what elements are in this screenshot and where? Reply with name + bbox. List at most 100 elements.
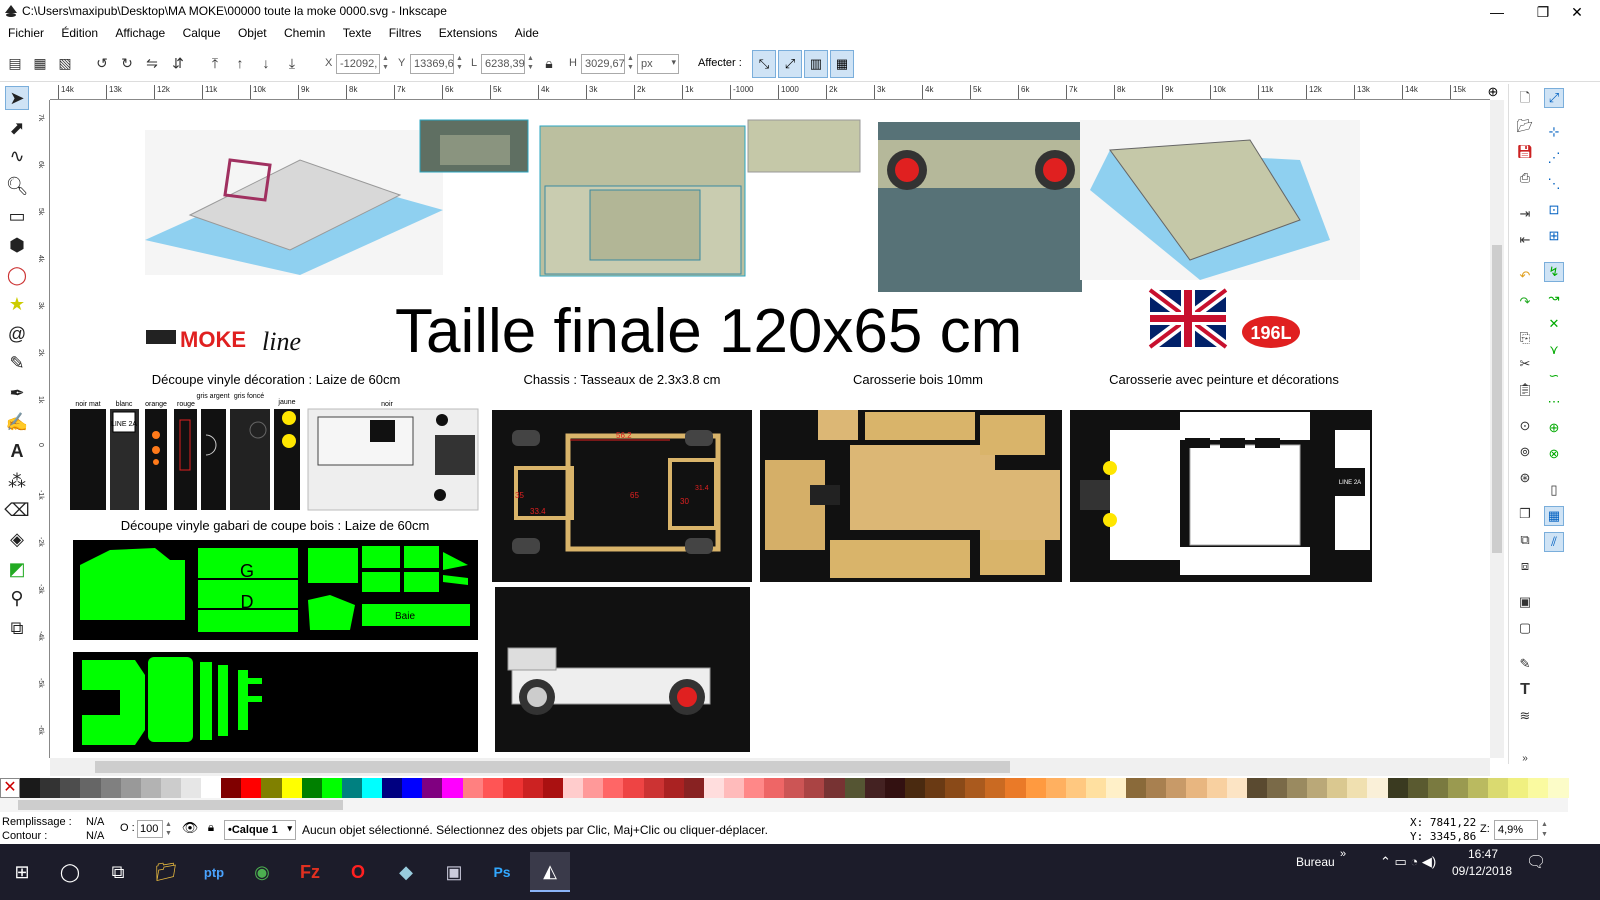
filezilla-icon[interactable]: Fz [290, 852, 330, 892]
palette-swatch[interactable] [261, 778, 282, 798]
palette-swatch[interactable] [1246, 778, 1267, 798]
inkscape-taskbar-icon[interactable]: ◭ [530, 852, 570, 892]
palette-swatch[interactable] [160, 778, 181, 798]
app-icon[interactable]: ◆ [386, 852, 426, 892]
text-tool-icon[interactable]: A [5, 439, 29, 463]
dropper-tool-icon[interactable]: ⚲ [5, 586, 29, 610]
undo-icon[interactable]: ↶ [1515, 266, 1535, 286]
palette-swatch[interactable] [341, 778, 362, 798]
deselect-icon[interactable]: ▧ [55, 53, 75, 73]
cut-icon[interactable]: ✂ [1515, 354, 1535, 374]
snap-midpoint-icon[interactable]: ⋯ [1544, 392, 1564, 412]
snap-guide-icon[interactable]: ⫽ [1544, 532, 1564, 552]
snap-bbox-icon[interactable]: ⊹ [1544, 122, 1564, 142]
flip-horizontal-icon[interactable]: ⇋ [142, 53, 162, 73]
ellipse-tool-icon[interactable]: ◯ [5, 263, 29, 287]
horizontal-scroll-thumb[interactable] [95, 761, 1010, 773]
palette-swatch[interactable] [663, 778, 684, 798]
palette-swatch[interactable] [502, 778, 523, 798]
palette-swatch[interactable] [1467, 778, 1489, 798]
palette-swatch[interactable] [1508, 778, 1529, 798]
copy-icon[interactable]: ⎘ [1515, 328, 1535, 348]
palette-swatch[interactable] [462, 778, 483, 798]
unit-select[interactable]: px ▾ [637, 54, 679, 74]
task-view-icon[interactable]: ⧉ [98, 852, 138, 892]
palette-swatch[interactable] [1266, 778, 1287, 798]
group-icon[interactable]: ▣ [1515, 592, 1535, 612]
desktop-label[interactable]: Bureau [1296, 855, 1335, 869]
palette-scrollbar[interactable] [0, 798, 1568, 812]
palette-swatch[interactable] [683, 778, 704, 798]
print-icon[interactable]: ⎙ [1515, 168, 1535, 188]
palette-swatch[interactable] [1407, 778, 1428, 798]
palette-swatch[interactable] [844, 778, 865, 798]
palette-swatch[interactable] [1427, 778, 1448, 798]
palette-swatch[interactable] [1327, 778, 1348, 798]
palette-swatch[interactable] [1106, 778, 1127, 798]
layers-icon[interactable]: ≋ [1515, 706, 1535, 726]
windows-start-icon[interactable]: ⊞ [2, 852, 42, 892]
palette-swatch[interactable] [1166, 778, 1187, 798]
palette-swatch[interactable] [20, 778, 41, 798]
palette-swatch[interactable] [1045, 778, 1066, 798]
snap-cusp-icon[interactable]: ⋎ [1544, 340, 1564, 360]
duplicate-icon[interactable]: ❐ [1515, 504, 1535, 524]
transform-patterns-toggle[interactable]: ▦ [830, 50, 854, 78]
vertical-scrollbar[interactable] [1490, 100, 1504, 758]
snap-toggle-icon[interactable]: ⤢ [1544, 88, 1564, 108]
palette-scroll-thumb[interactable] [18, 800, 343, 810]
opera-icon[interactable]: O [338, 852, 378, 892]
snap-path-icon[interactable]: ↝ [1544, 288, 1564, 308]
palette-swatch[interactable] [1146, 778, 1167, 798]
lock-icon[interactable]: 🔒︎ [539, 53, 559, 73]
palette-swatch[interactable] [1226, 778, 1247, 798]
zoom-page-icon[interactable]: ⊛ [1515, 468, 1535, 488]
toolbar-expand-icon[interactable]: » [1340, 848, 1346, 860]
palette-swatch[interactable] [723, 778, 745, 798]
w-field[interactable]: 6238,39 [481, 54, 525, 74]
palette-swatch[interactable] [1387, 778, 1408, 798]
menu-texte[interactable]: Texte [336, 24, 379, 42]
palette-swatch[interactable] [482, 778, 503, 798]
palette-swatch[interactable] [522, 778, 543, 798]
spiral-tool-icon[interactable]: @ [5, 322, 29, 346]
eye-icon[interactable]: 👁︎ [180, 820, 200, 838]
palette-swatch[interactable] [804, 778, 825, 798]
unlink-clone-icon[interactable]: ⧈ [1515, 556, 1535, 576]
palette-swatch[interactable] [120, 778, 141, 798]
screenshot-icon[interactable]: ▣ [434, 852, 474, 892]
palette-swatch[interactable] [1347, 778, 1368, 798]
menu-chemin[interactable]: Chemin [277, 24, 332, 42]
menu-extensions[interactable]: Extensions [432, 24, 505, 42]
lower-bottom-icon[interactable]: ⤓ [282, 53, 302, 73]
palette-swatch[interactable] [1488, 778, 1509, 798]
palette-swatch[interactable] [784, 778, 805, 798]
y-spinner[interactable]: ▲ ▼ [455, 54, 464, 74]
import-icon[interactable]: ⇥ [1515, 204, 1535, 224]
box3d-tool-icon[interactable]: ⬢ [5, 233, 29, 257]
palette-swatch[interactable] [1528, 778, 1549, 798]
palette-swatch[interactable] [985, 778, 1006, 798]
snap-grid-icon[interactable]: ▦ [1544, 506, 1564, 526]
close-button[interactable]: ✕ [1554, 0, 1600, 24]
tray-icons[interactable]: ⌃ ▭ ◔ ◀︎) [1380, 854, 1436, 870]
palette-swatch[interactable] [1367, 778, 1388, 798]
palette-swatch[interactable] [583, 778, 604, 798]
palette-swatch[interactable] [542, 778, 564, 798]
lower-icon[interactable]: ↓ [256, 53, 276, 73]
rotate-ccw-icon[interactable]: ↺ [92, 53, 112, 73]
file-explorer-icon[interactable]: 📁︎ [146, 852, 186, 892]
palette-swatch[interactable] [281, 778, 302, 798]
palette-swatch[interactable] [60, 778, 81, 798]
bucket-tool-icon[interactable]: ◈ [5, 527, 29, 551]
palette-swatch[interactable] [40, 778, 61, 798]
zoom-field[interactable]: 4,9% [1494, 820, 1538, 840]
palette-swatch[interactable] [361, 778, 383, 798]
calligraphy-tool-icon[interactable]: ✍ [5, 410, 29, 434]
snap-bbox-edge-icon[interactable]: ⋰ [1544, 148, 1564, 168]
snap-nodes-icon[interactable]: ↯ [1544, 262, 1564, 282]
vertical-scroll-thumb[interactable] [1492, 245, 1502, 553]
layer-lock-icon[interactable]: 🔒︎ [202, 820, 220, 838]
transform-gradients-toggle[interactable]: ▥ [804, 50, 828, 78]
stroke-value[interactable]: N/A [86, 830, 104, 842]
